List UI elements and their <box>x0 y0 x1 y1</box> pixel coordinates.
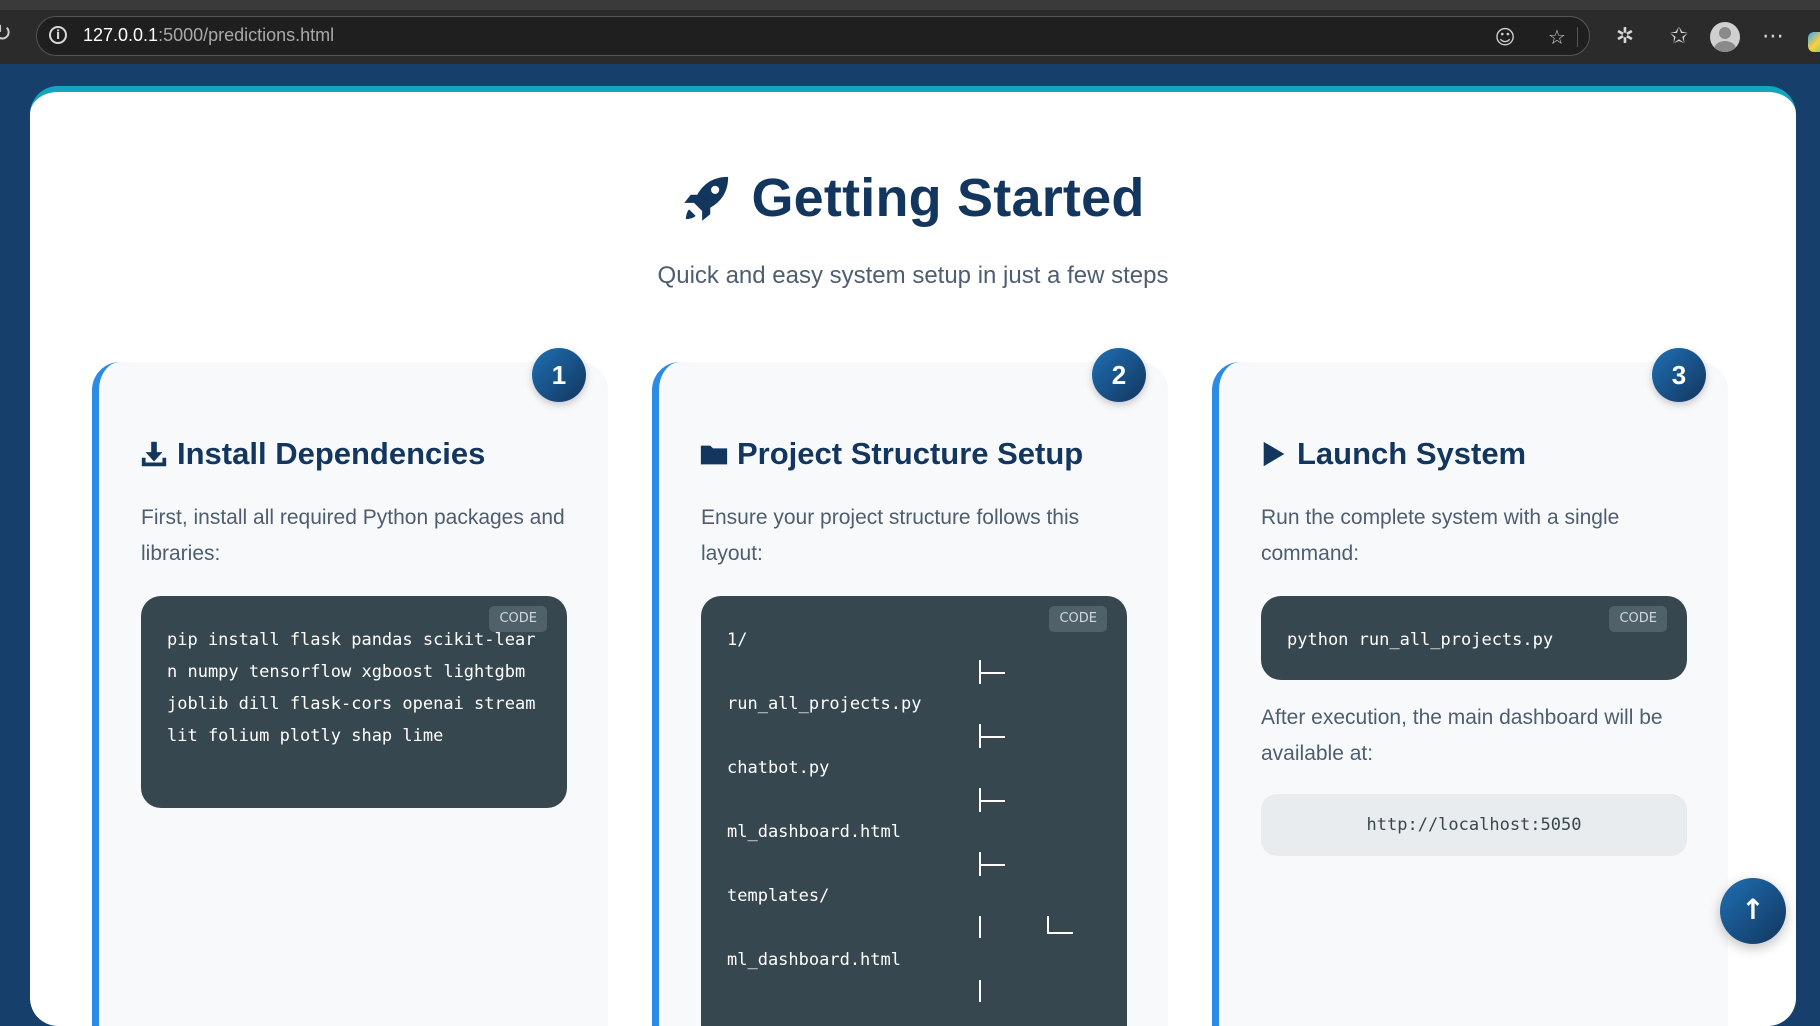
tree-connector <box>727 976 1101 1008</box>
code-block[interactable]: CODE pip install flask pandas scikit-lea… <box>141 596 567 808</box>
tree-connector <box>727 720 1101 752</box>
tree-item: run_all_projects.py <box>727 694 922 714</box>
dashboard-url[interactable]: http://localhost:5050 <box>1261 794 1687 856</box>
omnibox-divider <box>1577 27 1578 47</box>
step-description: Run the complete system with a single co… <box>1261 506 1620 565</box>
favorites-icon[interactable]: ✩ <box>1664 22 1694 52</box>
step-description: Ensure your project structure follows th… <box>701 506 1080 565</box>
tree-connector <box>727 656 1101 688</box>
profile-avatar[interactable] <box>1710 22 1740 52</box>
step-title: Install Dependencies <box>177 436 486 471</box>
code-block[interactable]: CODE python run_all_projects.py <box>1261 596 1687 680</box>
step-card-install: 1 Install Dependencies First, install al… <box>92 348 608 1026</box>
step-number-badge: 3 <box>1652 348 1706 402</box>
tree-item: chatbot.py <box>727 758 830 778</box>
url-text[interactable]: 127.0.0.1:5000/predictions.html <box>83 25 334 46</box>
play-icon <box>1263 441 1285 467</box>
arrow-up-icon: ↑ <box>1741 893 1765 926</box>
step-title: Project Structure Setup <box>737 436 1084 471</box>
page-subtitle: Quick and easy system setup in just a fe… <box>657 262 1169 289</box>
launch-command[interactable]: python run_all_projects.py <box>1287 624 1661 656</box>
step-number-badge: 1 <box>532 348 586 402</box>
getting-started-section: Getting Started Quick and easy system se… <box>30 86 1796 1026</box>
tree-item: ml_dashboard.html <box>727 822 901 842</box>
step-title: Launch System <box>1297 436 1527 471</box>
code-block[interactable]: CODE 1/ run_all_projects.py chatbot.py m… <box>701 596 1127 1026</box>
extensions-icon[interactable]: ✲ <box>1610 22 1640 52</box>
download-icon <box>141 441 167 467</box>
tree-connector <box>727 784 1101 816</box>
tree-connector <box>727 848 1101 880</box>
after-execution-text: After execution, the main dashboard will… <box>1261 706 1663 765</box>
code-tag: CODE <box>1609 606 1667 632</box>
tree-item: templates/ <box>727 886 830 906</box>
step-number-badge: 2 <box>1092 348 1146 402</box>
step-header: Launch System <box>1259 436 1526 472</box>
step-card-structure: 2 Project Structure Setup Ensure your pr… <box>652 348 1168 1026</box>
step-description: First, install all required Python packa… <box>141 506 565 565</box>
copilot-icon[interactable] <box>1808 32 1820 52</box>
favorite-star-icon[interactable]: ☆ <box>1545 25 1569 49</box>
tree-item: 1/ <box>727 630 748 650</box>
scroll-to-top-button[interactable]: ↑ <box>1720 878 1786 944</box>
address-bar[interactable]: i 127.0.0.1:5000/predictions.html ☺ ☆ <box>36 16 1590 56</box>
rocket-icon <box>684 176 729 221</box>
install-command[interactable]: pip install flask pandas scikit-learn nu… <box>167 624 541 752</box>
tree-connector <box>727 912 1101 944</box>
step-header: Project Structure Setup <box>699 436 1083 472</box>
tree-item: ml_dashboard.html <box>727 950 901 970</box>
folder-icon <box>700 445 728 465</box>
step-header: Install Dependencies <box>139 436 485 472</box>
reader-mode-icon[interactable]: ☺ <box>1493 25 1517 49</box>
site-info-icon[interactable]: i <box>49 26 67 44</box>
browser-toolbar: ↻ i 127.0.0.1:5000/predictions.html ☺ ☆ … <box>0 0 1820 64</box>
step-card-launch: 3 Launch System Run the complete system … <box>1212 348 1728 1026</box>
code-tag: CODE <box>489 606 547 632</box>
reload-icon[interactable]: ↻ <box>0 20 18 46</box>
title-row: Getting Started <box>30 167 1796 229</box>
more-menu-icon[interactable]: ⋯ <box>1758 22 1788 52</box>
page-title: Getting Started <box>751 168 1145 228</box>
